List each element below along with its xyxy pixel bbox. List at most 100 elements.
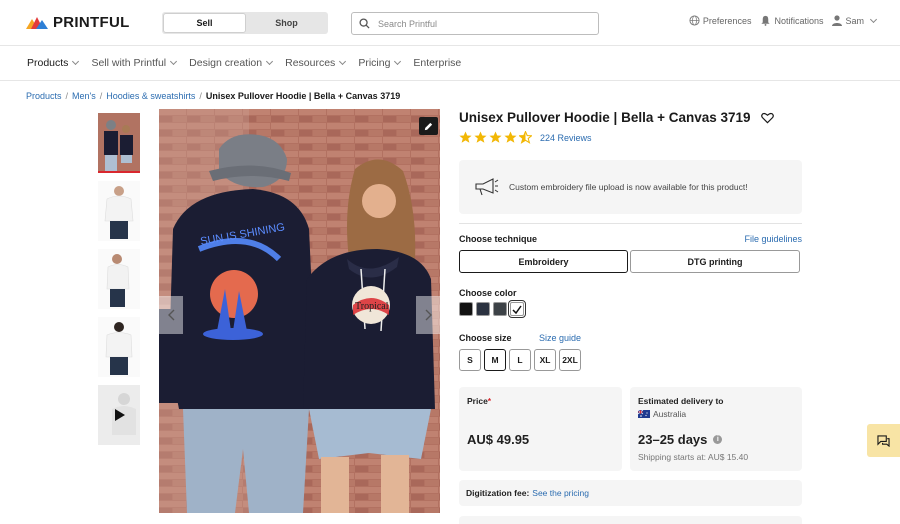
- logo-mark-icon: [26, 16, 48, 29]
- preferences-label: Preferences: [702, 15, 752, 26]
- breadcrumb-mens[interactable]: Men's: [72, 91, 96, 101]
- size-option-s[interactable]: S: [459, 349, 481, 371]
- digitization-pricing-link[interactable]: See the pricing: [532, 488, 589, 498]
- chevron-right-icon: [425, 309, 432, 321]
- breadcrumb-current: Unisex Pullover Hoodie | Bella + Canvas …: [205, 91, 401, 101]
- technique-label: Choose technique: [459, 234, 538, 244]
- color-swatch-black[interactable]: [459, 302, 473, 316]
- thumbnail-back[interactable]: [98, 317, 140, 377]
- search-placeholder: Search Printful: [378, 18, 438, 29]
- technique-dtg-button[interactable]: DTG printing: [630, 250, 800, 273]
- reviews-link[interactable]: 224 Reviews: [540, 133, 592, 143]
- notifications-button[interactable]: Notifications: [760, 15, 823, 26]
- thumbnail-image: [98, 181, 140, 241]
- required-marker: *: [487, 396, 492, 406]
- preferences-button[interactable]: Preferences: [689, 15, 752, 26]
- nav-item-resources[interactable]: Resources: [285, 57, 347, 69]
- logo-text: PRINTFUL: [53, 14, 130, 31]
- edit-design-button[interactable]: [419, 117, 438, 135]
- user-menu[interactable]: Sam: [832, 15, 878, 26]
- next-image-button[interactable]: [416, 296, 440, 334]
- chevron-down-icon: [394, 57, 402, 66]
- prev-image-button[interactable]: [159, 296, 183, 334]
- delivery-country[interactable]: Australia: [638, 409, 686, 419]
- nav-item-enterprise[interactable]: Enterprise: [413, 57, 461, 69]
- thumbnail-video[interactable]: [98, 385, 140, 445]
- color-swatch-white[interactable]: [508, 300, 526, 318]
- thumbnail-image: [98, 113, 140, 171]
- search-icon: [359, 18, 370, 29]
- nav-item-sell-with-printful[interactable]: Sell with Printful: [91, 57, 178, 69]
- play-icon: [115, 409, 125, 421]
- breadcrumb: Products / Men's / Hoodies & sweatshirts…: [26, 91, 400, 101]
- nav-item-pricing[interactable]: Pricing: [358, 57, 402, 69]
- next-section: [459, 516, 802, 524]
- country-name: Australia: [653, 409, 687, 419]
- nav-label: Pricing: [358, 57, 391, 69]
- breadcrumb-separator: /: [199, 91, 202, 101]
- price-label-row: Price*: [467, 396, 491, 406]
- thumbnail-image: [98, 317, 140, 377]
- user-name: Sam: [845, 15, 864, 26]
- product-title-row: Unisex Pullover Hoodie | Bella + Canvas …: [459, 110, 774, 125]
- shipping-cost: Shipping starts at: AU$ 15.40: [638, 452, 749, 462]
- bell-icon: [761, 15, 771, 26]
- digitization-label: Digitization fee:: [466, 488, 530, 498]
- size-option-l[interactable]: L: [509, 349, 531, 371]
- color-swatches: [459, 300, 526, 318]
- divider: [459, 223, 802, 224]
- chat-button[interactable]: [867, 424, 900, 457]
- printful-logo[interactable]: PRINTFUL: [26, 14, 130, 31]
- star-icon: [489, 131, 502, 143]
- delivery-days-row: 23–25 days i: [638, 432, 723, 447]
- size-option-xl[interactable]: XL: [534, 349, 556, 371]
- price-value: AU$ 49.95: [467, 432, 530, 447]
- delivery-days: 23–25 days: [638, 432, 708, 447]
- chevron-down-icon: [266, 57, 274, 66]
- technique-embroidery-button[interactable]: Embroidery: [459, 250, 628, 273]
- color-label: Choose color: [459, 288, 517, 298]
- thumbnail-list: [98, 113, 141, 453]
- file-guidelines-link[interactable]: File guidelines: [744, 234, 802, 244]
- notice-text: Custom embroidery file upload is now ava…: [509, 182, 748, 192]
- breadcrumb-separator: /: [65, 91, 69, 101]
- shop-tab[interactable]: Shop: [246, 13, 327, 33]
- rating-row: 224 Reviews: [459, 131, 592, 144]
- thumbnail-side[interactable]: [98, 249, 140, 309]
- size-option-2xl[interactable]: 2XL: [559, 349, 581, 371]
- breadcrumb-separator: /: [99, 91, 103, 101]
- chevron-down-icon: [170, 57, 178, 66]
- nav-item-design-creation[interactable]: Design creation: [189, 57, 274, 69]
- front-print-text: Tropical: [355, 301, 389, 312]
- product-main-image[interactable]: SUN IS SHINING Tropical: [159, 109, 440, 513]
- sell-shop-toggle: Sell Shop: [162, 12, 328, 34]
- breadcrumb-hoodies[interactable]: Hoodies & sweatshirts: [106, 91, 195, 101]
- nav-item-products[interactable]: Products: [27, 57, 80, 69]
- heart-icon[interactable]: [760, 112, 774, 124]
- thumbnail-lifestyle[interactable]: [98, 113, 140, 173]
- chevron-down-icon: [339, 57, 347, 66]
- nav-label: Sell with Printful: [91, 57, 167, 69]
- thumbnail-image: [98, 249, 140, 309]
- star-icon: [504, 131, 517, 143]
- chevron-down-icon: [869, 15, 878, 23]
- digitization-fee-row: Digitization fee: See the pricing: [459, 480, 802, 506]
- sell-tab[interactable]: Sell: [163, 13, 246, 33]
- nav-label: Design creation: [189, 57, 263, 69]
- chat-icon: [877, 434, 890, 447]
- product-title: Unisex Pullover Hoodie | Bella + Canvas …: [459, 110, 751, 125]
- thumbnail-front[interactable]: [98, 181, 140, 241]
- edit-icon: [424, 122, 433, 130]
- size-option-m[interactable]: M: [484, 349, 506, 371]
- search-input[interactable]: Search Printful: [351, 12, 599, 35]
- embroidery-notice: Custom embroidery file upload is now ava…: [459, 160, 802, 214]
- color-swatch-navy[interactable]: [476, 302, 490, 316]
- user-icon: [832, 15, 843, 26]
- size-guide-link[interactable]: Size guide: [539, 333, 581, 343]
- size-options: S M L XL 2XL: [459, 349, 581, 371]
- delivery-card: Estimated delivery to Australia 23–25 da…: [630, 387, 802, 471]
- info-icon[interactable]: i: [713, 435, 723, 444]
- breadcrumb-products[interactable]: Products: [26, 91, 62, 101]
- color-swatch-dark-grey[interactable]: [493, 302, 507, 316]
- main-nav: Products Sell with Printful Design creat…: [0, 46, 900, 81]
